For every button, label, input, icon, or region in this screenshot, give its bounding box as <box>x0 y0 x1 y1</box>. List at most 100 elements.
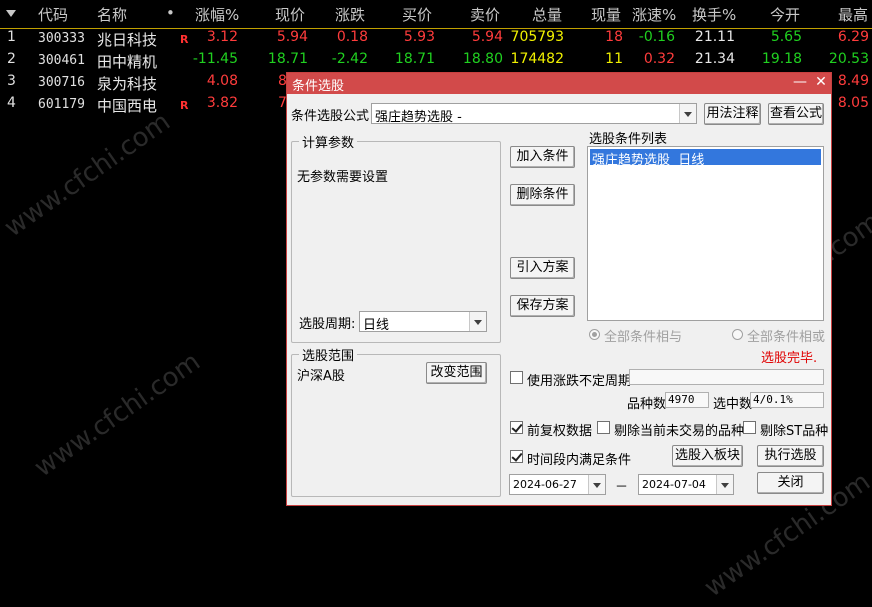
date-to-select[interactable]: 2024-07-04 <box>638 474 734 495</box>
status-text: 选股完毕. <box>761 351 818 366</box>
row-index: 3 <box>7 73 16 89</box>
turnover: 21.34 <box>694 51 735 67</box>
change: 0.18 <box>336 29 368 45</box>
date-to-value: 2024-07-04 <box>642 478 706 491</box>
stock-name: 田中精机 <box>97 53 158 71</box>
stock-code: 300461 <box>38 53 85 68</box>
range-group-title: 选股范围 <box>299 345 358 364</box>
col-mark[interactable]: • <box>166 4 175 22</box>
import-scheme-button[interactable]: 引入方案 <box>510 257 575 279</box>
chevron-down-icon[interactable] <box>469 312 486 331</box>
selected-value: 4/0.1% <box>750 392 824 408</box>
col-cur[interactable]: 现量 <box>591 4 621 25</box>
use-period-checkbox[interactable] <box>510 371 523 384</box>
stock-name: 泉为科技 <box>97 75 158 93</box>
table-row[interactable]: 2 300461 田中精机 -11.45 18.71 -2.42 18.71 1… <box>0 49 872 71</box>
dialog-titlebar[interactable]: 条件选股 — ✕ <box>287 73 831 94</box>
count-value: 4970 <box>665 392 709 408</box>
volume: 705793 <box>510 29 564 45</box>
time-range-checkbox[interactable] <box>510 450 523 463</box>
bid: 18.71 <box>394 51 435 67</box>
col-bid[interactable]: 买价 <box>402 4 432 25</box>
high: 6.29 <box>837 29 869 45</box>
pct-change: 4.08 <box>206 73 238 89</box>
date-from-select[interactable]: 2024-06-27 <box>509 474 606 495</box>
radio-or[interactable] <box>732 329 743 340</box>
row-index: 4 <box>7 95 16 111</box>
pct-change: -11.45 <box>192 51 238 67</box>
ask: 18.80 <box>462 51 503 67</box>
period-select[interactable]: 日线 <box>359 311 487 333</box>
bid: 5.93 <box>403 29 435 45</box>
exclude-st-label[interactable]: 剔除ST品种 <box>760 420 828 439</box>
col-name[interactable]: 名称 <box>97 4 127 25</box>
row-index: 1 <box>7 29 16 45</box>
usage-note-button[interactable]: 用法注释 <box>704 103 761 125</box>
period-label: 选股周期: <box>299 317 356 332</box>
condition-list[interactable]: 强庄趋势选股 日线 <box>587 146 824 321</box>
col-code[interactable]: 代码 <box>38 4 68 25</box>
stock-name: 兆日科技 <box>97 31 158 49</box>
list-item[interactable]: 强庄趋势选股 日线 <box>590 149 821 168</box>
change: -2.42 <box>331 51 368 67</box>
params-group-title: 计算参数 <box>299 132 358 151</box>
condition-select-dialog: 条件选股 — ✕ 条件选股公式 强庄趋势选股 - 用法注释 查看公式 计算参数 … <box>286 72 832 506</box>
prefq-checkbox[interactable] <box>510 421 523 434</box>
stock-code: 300333 <box>38 31 85 46</box>
col-turn[interactable]: 换手% <box>692 4 736 25</box>
open: 19.18 <box>761 51 802 67</box>
high: 20.53 <box>828 51 869 67</box>
table-header: 代码 名称 • 涨幅% 现价 涨跌 买价 卖价 总量 现量 涨速% 换手% 今开… <box>0 0 872 28</box>
run-select-button[interactable]: 执行选股 <box>757 445 824 467</box>
radio-and[interactable] <box>589 329 600 340</box>
exclude-notrade-checkbox[interactable] <box>597 421 610 434</box>
formula-label: 条件选股公式 <box>291 109 370 124</box>
close-button[interactable]: 关闭 <box>757 472 824 494</box>
col-open[interactable]: 今开 <box>770 4 800 25</box>
period-value: 日线 <box>363 318 390 333</box>
date-from-value: 2024-06-27 <box>513 478 577 491</box>
table-row[interactable]: 1 300333 兆日科技 R 3.12 5.94 0.18 5.93 5.94… <box>0 27 872 49</box>
col-ask[interactable]: 卖价 <box>470 4 500 25</box>
col-speed[interactable]: 涨速% <box>632 4 676 25</box>
col-vol[interactable]: 总量 <box>532 4 562 25</box>
close-icon[interactable]: ✕ <box>813 74 829 90</box>
stock-code: 601179 <box>38 97 85 112</box>
prefq-label[interactable]: 前复权数据 <box>527 420 592 439</box>
speed: 0.32 <box>643 51 675 67</box>
radio-or-label[interactable]: 全部条件相或 <box>747 326 825 345</box>
period-range-field[interactable] <box>629 369 824 385</box>
exclude-notrade-label[interactable]: 剔除当前未交易的品种 <box>614 420 744 439</box>
list-title: 选股条件列表 <box>589 132 668 147</box>
minimize-icon[interactable]: — <box>792 74 808 90</box>
chevron-down-icon[interactable] <box>716 475 733 494</box>
row-index: 2 <box>7 51 16 67</box>
col-high[interactable]: 最高 <box>838 4 868 25</box>
col-price[interactable]: 现价 <box>275 4 305 25</box>
save-scheme-button[interactable]: 保存方案 <box>510 295 575 317</box>
range-value: 沪深A股 <box>297 369 345 384</box>
chevron-down-icon[interactable] <box>679 104 696 123</box>
selected-label: 选中数 <box>713 397 753 412</box>
to-block-button[interactable]: 选股入板块 <box>672 445 743 467</box>
view-formula-button[interactable]: 查看公式 <box>768 103 824 125</box>
chevron-down-icon[interactable] <box>588 475 605 494</box>
r-mark: R <box>180 33 189 46</box>
exclude-st-checkbox[interactable] <box>743 421 756 434</box>
time-range-label[interactable]: 时间段内满足条件 <box>527 449 631 468</box>
add-condition-button[interactable]: 加入条件 <box>510 146 575 168</box>
watermark: www.cfchi.com <box>0 106 176 244</box>
turnover: 21.11 <box>694 29 735 45</box>
col-chg[interactable]: 涨跌 <box>335 4 365 25</box>
date-separator: － <box>615 480 629 495</box>
count-label: 品种数 <box>627 397 667 412</box>
price: 5.94 <box>276 29 308 45</box>
col-pct[interactable]: 涨幅% <box>195 4 239 25</box>
pct-change: 3.12 <box>206 29 238 45</box>
sort-menu-icon[interactable] <box>6 10 16 17</box>
delete-condition-button[interactable]: 删除条件 <box>510 184 575 206</box>
formula-select[interactable]: 强庄趋势选股 - <box>371 103 697 125</box>
change-range-button[interactable]: 改变范围 <box>426 362 487 384</box>
use-period-label[interactable]: 使用涨跌不定周期 <box>527 370 631 389</box>
radio-and-label[interactable]: 全部条件相与 <box>604 326 682 345</box>
